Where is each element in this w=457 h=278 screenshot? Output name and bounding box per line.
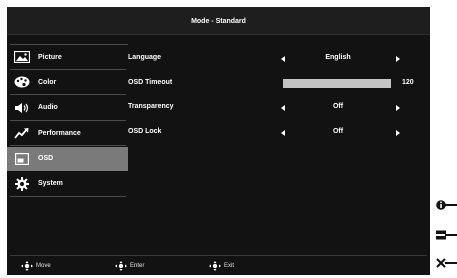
slider-fill <box>283 78 391 88</box>
osd-timeout-value: 120 <box>402 78 414 86</box>
hint-move: Move <box>20 261 51 271</box>
hint-enter: Enter <box>114 261 144 271</box>
sidebar-item-label: Performance <box>38 129 81 137</box>
osd-menu: Mode - Standard Picture Color Audio Perf… <box>7 7 430 275</box>
mode-title: Mode - Standard <box>191 17 246 25</box>
hotkey-guide <box>431 193 457 273</box>
gear-icon <box>13 176 31 191</box>
footer-hints: Move Enter Exit <box>7 255 430 275</box>
hotkey-line <box>445 204 457 206</box>
picture-icon <box>13 50 31 64</box>
hotkey-info[interactable] <box>433 197 457 213</box>
sidebar-item-label: Color <box>38 78 57 86</box>
speaker-icon <box>13 101 31 115</box>
transparency-value: Off <box>332 103 344 110</box>
sidebar-item-system[interactable]: System <box>7 172 128 197</box>
arrow-right-icon[interactable] <box>396 129 400 136</box>
arrow-left-icon[interactable] <box>281 105 285 111</box>
hint-exit: Exit <box>208 261 234 271</box>
setting-osd-lock[interactable]: OSD Lock Off <box>128 119 430 144</box>
hint-label: Move <box>36 263 51 269</box>
arrow-left-icon[interactable] <box>281 56 285 62</box>
sidebar-item-label: Audio <box>38 104 58 112</box>
setting-language[interactable]: Language English <box>128 45 430 70</box>
language-value: English <box>325 54 351 61</box>
osd-settings-panel: Language English OSD Timeout 120 Transpa… <box>128 45 430 143</box>
performance-icon <box>13 126 31 140</box>
setting-label: OSD Timeout <box>128 78 173 86</box>
hotkey-menu[interactable] <box>433 227 457 243</box>
sidebar-item-performance[interactable]: Performance <box>7 121 128 147</box>
setting-label: OSD Lock <box>128 127 162 135</box>
osd-title: Mode - Standard <box>7 7 430 35</box>
sidebar-item-audio[interactable]: Audio <box>7 96 128 121</box>
joystick-move-icon <box>21 261 33 271</box>
sidebar-item-label: Picture <box>38 53 62 61</box>
sidebar-item-label: System <box>38 180 63 188</box>
hotkey-line <box>445 262 457 264</box>
arrow-left-icon[interactable] <box>281 129 285 136</box>
joystick-enter-icon <box>115 261 127 271</box>
setting-label: Transparency <box>128 103 174 110</box>
hotkey-close[interactable] <box>433 255 457 271</box>
hotkey-line <box>445 234 457 236</box>
arrow-right-icon[interactable] <box>396 56 400 62</box>
color-palette-icon <box>13 75 31 89</box>
osd-lock-value: Off <box>332 127 344 135</box>
hint-label: Enter <box>130 263 145 269</box>
osd-icon <box>13 152 31 166</box>
sidebar-item-label: OSD <box>38 155 54 163</box>
setting-label: Language <box>128 54 162 61</box>
setting-osd-timeout[interactable]: OSD Timeout 120 <box>128 70 430 95</box>
sidebar-item-osd[interactable]: OSD <box>7 146 128 171</box>
sidebar: Picture Color Audio Performance OSD Syst… <box>7 45 128 197</box>
hint-label: Exit <box>224 263 235 269</box>
joystick-exit-icon <box>209 261 221 271</box>
setting-transparency[interactable]: Transparency Off <box>128 94 430 119</box>
sidebar-item-color[interactable]: Color <box>7 70 128 96</box>
sidebar-item-picture[interactable]: Picture <box>7 45 128 70</box>
osd-timeout-slider[interactable] <box>283 78 391 88</box>
divider <box>10 195 126 197</box>
arrow-right-icon[interactable] <box>396 105 400 111</box>
